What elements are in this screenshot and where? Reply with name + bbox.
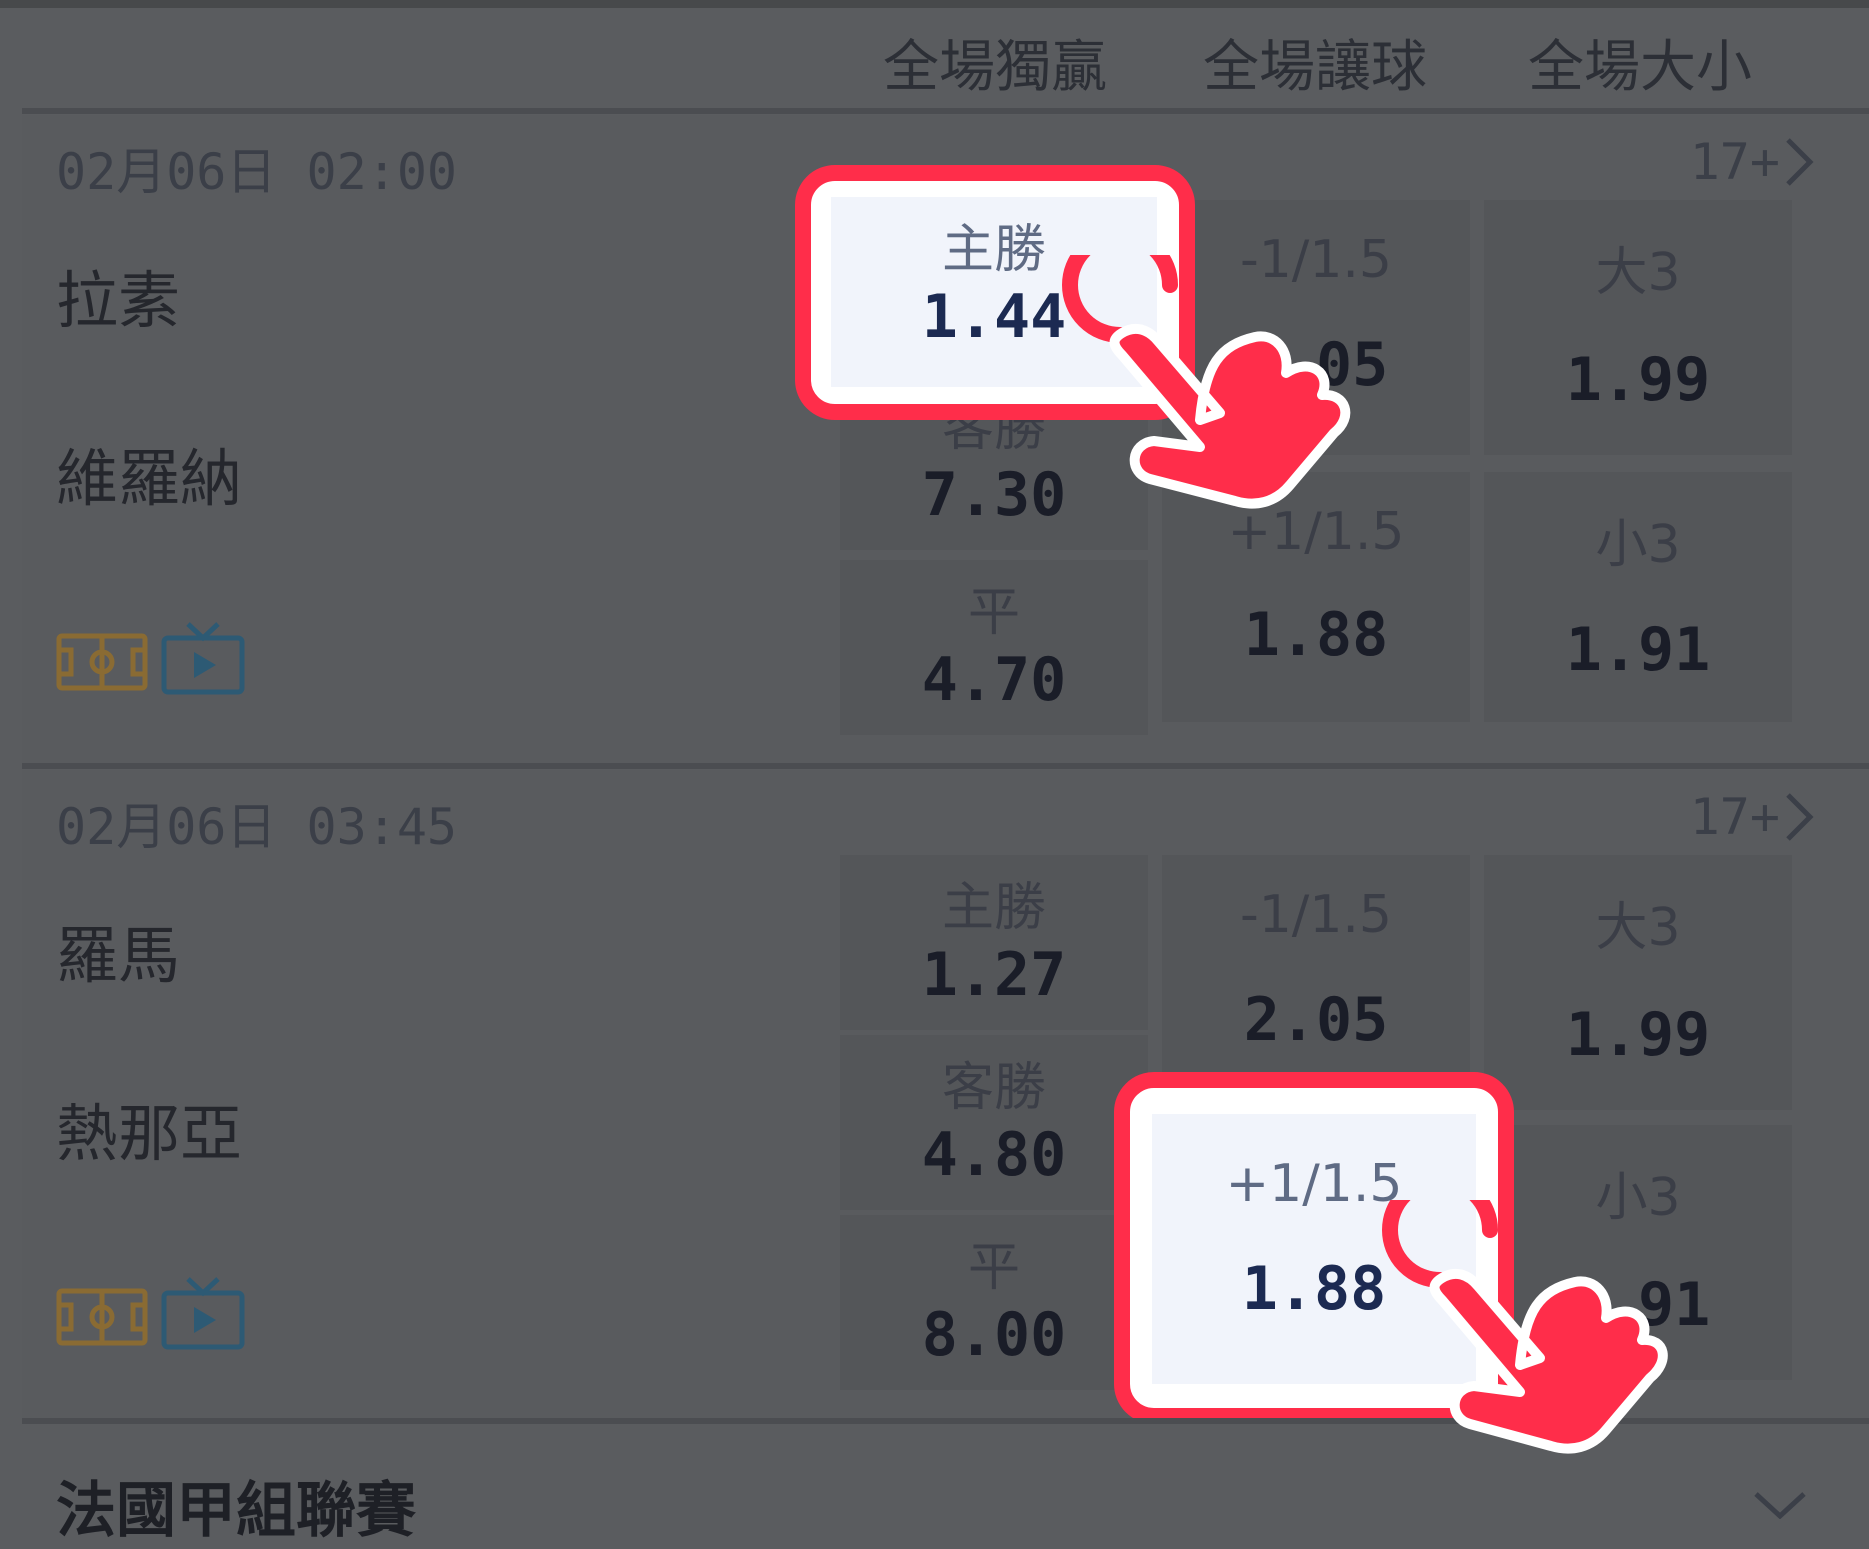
- column-header-total: 全場大小: [1528, 35, 1752, 100]
- header-divider: [22, 108, 1869, 114]
- column-header-handicap: 全場讓球: [1203, 35, 1427, 100]
- away-team: 維羅納: [56, 442, 243, 515]
- tap-hand-icon: [1062, 255, 1351, 509]
- chevron-down-icon[interactable]: [1750, 1488, 1810, 1519]
- more-markets-link[interactable]: 17+: [1580, 787, 1820, 847]
- tap-hand-icon: [1382, 1200, 1668, 1454]
- odds-label: 大3: [1595, 898, 1681, 958]
- column-header-moneyline: 全場獨贏: [883, 35, 1107, 100]
- odds-label: 客勝: [941, 1058, 1046, 1118]
- home-team: 羅馬: [56, 919, 181, 992]
- odds-value: 1.91: [1565, 615, 1711, 685]
- league-name[interactable]: 法國甲組聯賽: [56, 1462, 416, 1549]
- odds-label: 主勝: [941, 878, 1046, 938]
- more-markets-count: 17+: [1689, 788, 1780, 846]
- odds-label: 大3: [1595, 243, 1681, 303]
- tv-play-icon[interactable]: [160, 620, 246, 698]
- top-divider: [0, 0, 1869, 8]
- odds-draw[interactable]: 平 4.70: [840, 560, 1148, 735]
- odds-value: 1.99: [1565, 345, 1711, 415]
- odds-home-win[interactable]: 主勝 1.27: [840, 855, 1148, 1030]
- soccer-field-icon[interactable]: [56, 630, 148, 694]
- match-datetime: 02月06日 02:00: [56, 143, 458, 201]
- tv-play-icon[interactable]: [160, 1275, 246, 1353]
- odds-value: 4.70: [921, 645, 1067, 715]
- odds-draw[interactable]: 平 8.00: [840, 1215, 1148, 1390]
- odds-over[interactable]: 大3 1.99: [1484, 200, 1792, 455]
- odds-under[interactable]: 小3 1.91: [1484, 472, 1792, 722]
- odds-value: 8.00: [921, 1300, 1067, 1370]
- home-team: 拉素: [56, 264, 181, 337]
- odds-label: 小3: [1595, 515, 1681, 575]
- odds-label: 平: [967, 583, 1020, 643]
- match-datetime: 02月06日 03:45: [56, 798, 458, 856]
- more-markets-count: 17+: [1689, 133, 1780, 191]
- chevron-right-icon: [1786, 793, 1814, 841]
- match-divider: [22, 763, 1869, 769]
- odds-value: 1.88: [1243, 600, 1389, 670]
- odds-value: 1.27: [921, 940, 1067, 1010]
- odds-value: 4.80: [921, 1120, 1067, 1190]
- odds-label: 平: [967, 1238, 1020, 1298]
- odds-label: -1/1.5: [1239, 885, 1393, 945]
- soccer-field-icon[interactable]: [56, 1285, 148, 1349]
- odds-over[interactable]: 大3 1.99: [1484, 855, 1792, 1110]
- away-team: 熱那亞: [56, 1097, 243, 1170]
- more-markets-link[interactable]: 17+: [1580, 132, 1820, 192]
- odds-value: 2.05: [1243, 985, 1389, 1055]
- odds-value: 1.99: [1565, 1000, 1711, 1070]
- odds-away-win[interactable]: 客勝 4.80: [840, 1035, 1148, 1210]
- chevron-right-icon: [1786, 138, 1814, 186]
